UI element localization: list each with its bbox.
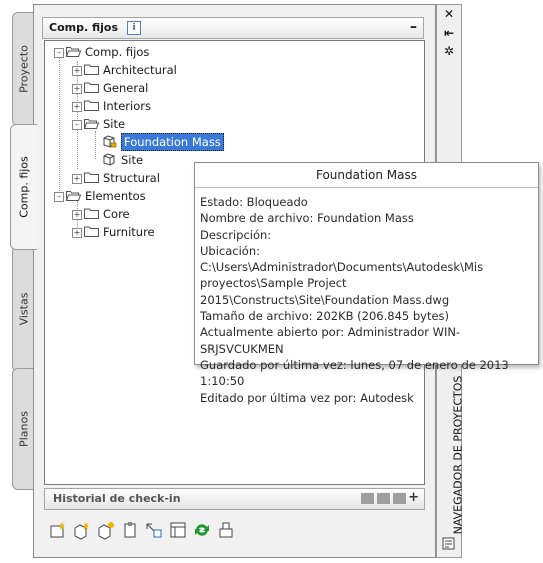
tab-comp-fijos[interactable]: Comp. fijos xyxy=(10,124,37,250)
clipboard-icon[interactable] xyxy=(118,518,142,542)
expand-toggle[interactable]: + xyxy=(72,84,82,94)
construct-icon xyxy=(103,153,115,166)
tree-node-label: Elementos xyxy=(85,189,146,203)
tree-node-label: Furniture xyxy=(103,225,155,239)
tree-node-label: Site xyxy=(121,153,144,167)
tree-node-label: General xyxy=(103,81,149,95)
tab-label: Proyecto xyxy=(17,45,31,93)
folder-icon xyxy=(84,64,99,75)
tab-proyecto[interactable]: Proyecto xyxy=(12,12,35,126)
panel-header: Comp. fijos i – xyxy=(42,17,424,39)
folder-icon xyxy=(84,208,99,219)
collapse-toggle[interactable]: – xyxy=(72,120,82,130)
new-element-icon[interactable] xyxy=(70,518,94,542)
tree-node-label: Core xyxy=(103,207,130,221)
new-linked-icon[interactable] xyxy=(94,518,118,542)
panel-title: Comp. fijos xyxy=(49,21,119,34)
tab-vistas[interactable]: Vistas xyxy=(12,246,35,372)
tooltip-filename: Nombre de archivo: Foundation Mass xyxy=(200,211,414,226)
history-comment-icon[interactable] xyxy=(393,493,406,504)
tooltip-description: Descripción: xyxy=(200,227,272,242)
history-view-icon[interactable] xyxy=(377,493,390,504)
expand-toggle[interactable]: + xyxy=(72,228,82,238)
tooltip-filesize: Tamaño de archivo: 202KB (206.845 bytes) xyxy=(200,309,450,324)
tree-node-label: Architectural xyxy=(103,63,177,77)
repath-icon[interactable] xyxy=(142,518,166,542)
folder-icon xyxy=(84,82,99,93)
collapse-button[interactable]: – xyxy=(410,19,417,35)
bundle-icon[interactable] xyxy=(214,518,238,542)
expand-toggle[interactable]: + xyxy=(72,174,82,184)
expand-toggle[interactable]: + xyxy=(72,210,82,220)
tooltip-location: Ubicación: C:\Users\Administrador\Docume… xyxy=(200,243,487,307)
autohide-icon[interactable]: ⇤ xyxy=(441,26,457,40)
tree-node-label: Foundation Mass xyxy=(121,133,224,151)
tab-label: Planos xyxy=(17,411,31,447)
tab-planos[interactable]: Planos xyxy=(12,368,35,490)
construct-tooltip: Foundation Mass Estado: Bloqueado Nombre… xyxy=(194,162,539,405)
properties-icon[interactable]: ✲ xyxy=(441,44,457,58)
folder-open-icon xyxy=(84,119,99,129)
folder-icon xyxy=(84,172,99,183)
checkin-history-title: Historial de check-in xyxy=(53,492,181,505)
folder-icon xyxy=(84,226,99,237)
tooltip-status: Estado: Bloqueado xyxy=(200,195,308,209)
close-icon[interactable]: ✕ xyxy=(441,7,457,21)
tooltip-body: Estado: Bloqueado Nombre de archivo: Fou… xyxy=(200,194,533,406)
tooltip-last-edited-by: Editado por última vez por: Autodesk xyxy=(200,390,414,405)
tooltip-title: Foundation Mass xyxy=(195,163,538,188)
info-icon[interactable]: i xyxy=(127,21,141,35)
properties-icon[interactable] xyxy=(166,518,190,542)
checkin-history-bar[interactable]: Historial de check-in + xyxy=(44,488,425,510)
tooltip-last-saved: Guardado por última vez: lunes, 07 de en… xyxy=(200,357,517,389)
expand-history-button[interactable]: + xyxy=(408,490,419,505)
folder-open-icon xyxy=(66,191,81,201)
folder-open-icon xyxy=(66,47,81,57)
tab-label: Comp. fijos xyxy=(17,156,31,218)
expand-toggle[interactable]: + xyxy=(72,66,82,76)
tree-node-label: Comp. fijos xyxy=(85,45,150,59)
tree-node-label: Interiors xyxy=(103,99,151,113)
new-component-icon[interactable] xyxy=(46,518,70,542)
locked-construct-icon xyxy=(103,135,117,148)
navigator-app-icon xyxy=(442,537,455,550)
history-users-icon[interactable] xyxy=(361,493,374,504)
collapse-toggle[interactable]: – xyxy=(54,192,64,202)
collapse-toggle[interactable]: – xyxy=(54,48,64,58)
tree-node-label: Site xyxy=(103,117,126,131)
refresh-icon[interactable] xyxy=(190,518,214,542)
tab-label: Vistas xyxy=(17,292,31,326)
tree-node-label: Structural xyxy=(103,171,160,185)
expand-toggle[interactable]: + xyxy=(72,102,82,112)
tooltip-opened-by: Actualmente abierto por: Administrador W… xyxy=(200,325,461,356)
folder-icon xyxy=(84,100,99,111)
